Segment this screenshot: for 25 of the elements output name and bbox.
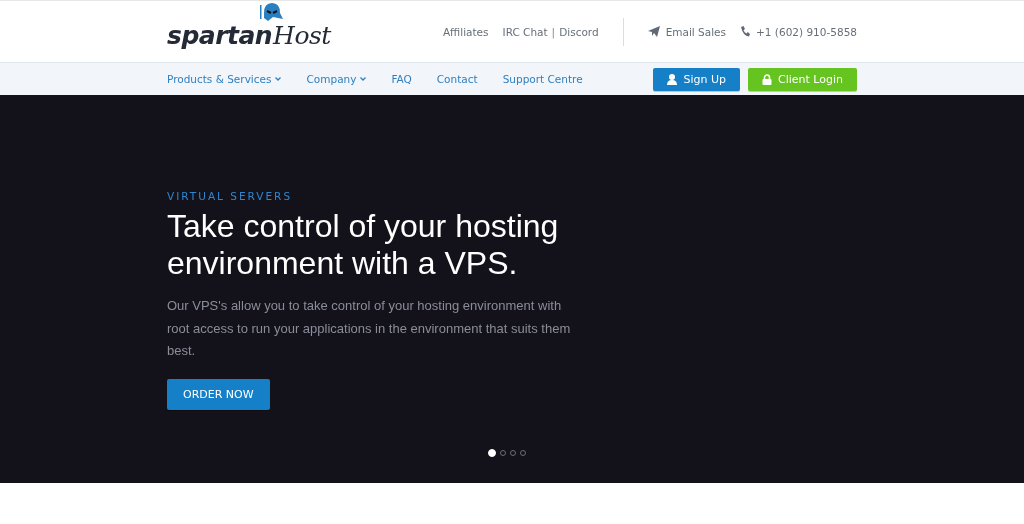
nav-menu[interactable]: Products & Services <box>167 73 282 85</box>
nav-link[interactable]: Contact <box>436 73 478 85</box>
hero-eyebrow: VIRTUAL SERVERS <box>167 190 294 202</box>
hero-heading: Take control of your hosting environment with a VPS. <box>167 208 560 282</box>
chevron-down-icon <box>275 77 282 81</box>
order-now-button[interactable]: ORDER NOW <box>167 378 270 410</box>
nav-menu[interactable]: Company <box>306 73 367 85</box>
client-login-button[interactable]: Client Login <box>747 67 857 91</box>
logo-accent-text[interactable]: Host <box>273 21 331 50</box>
paper-plane-icon <box>647 26 660 37</box>
lock-icon <box>761 73 772 85</box>
chevron-down-icon <box>360 77 367 81</box>
top-link[interactable]: Discord <box>559 25 599 38</box>
user-icon <box>667 73 678 85</box>
link-separator: | <box>551 25 556 38</box>
phone-icon <box>740 26 751 37</box>
sign-up-button[interactable]: Sign Up <box>653 67 740 91</box>
logo-text[interactable]: spartan <box>167 21 273 50</box>
nav-link[interactable]: Support Centre <box>502 73 583 85</box>
hero-text: Our VPS's allow you to take control of your hosting environment with root access to run your applications in the environment that suits them best. <box>167 297 572 360</box>
email-link[interactable]: Email Sales <box>647 25 727 38</box>
nav-link[interactable]: FAQ <box>391 73 412 85</box>
top-link[interactable]: IRC Chat <box>502 25 548 38</box>
phone-link[interactable]: +1 (602) 910-5858 <box>740 25 857 38</box>
top-link[interactable]: Affiliates <box>442 25 489 38</box>
